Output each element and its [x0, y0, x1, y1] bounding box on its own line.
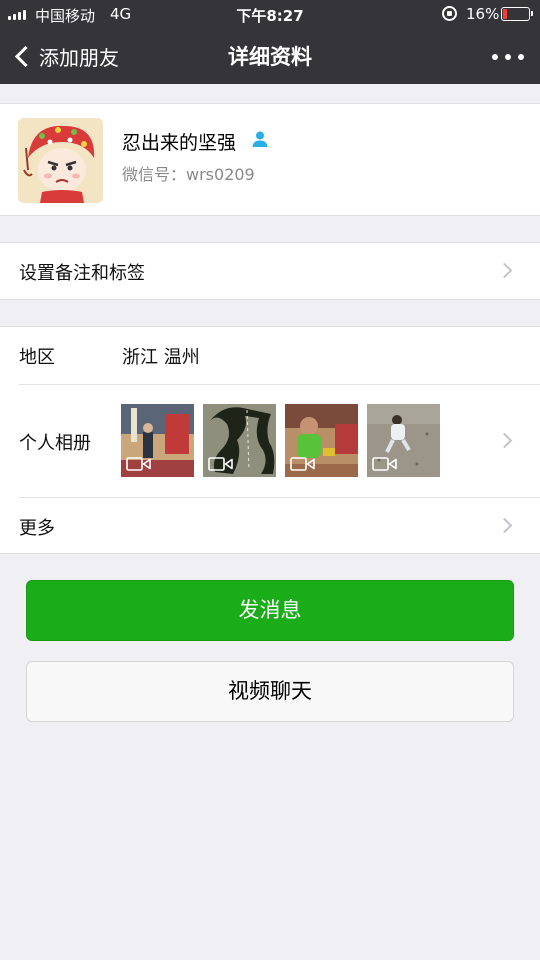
orientation-lock-icon [442, 6, 457, 21]
profile-card: 忍出来的坚强 微信号：wrs0209 [0, 103, 540, 216]
video-icon [372, 457, 397, 471]
wechat-id-value: wrs0209 [186, 165, 255, 184]
info-card: 地区 浙江 温州 个人相册 更多 [0, 326, 540, 554]
album-label: 个人相册 [19, 433, 91, 454]
more-row[interactable]: 更多 [0, 497, 540, 554]
send-message-button[interactable]: 发消息 [26, 580, 514, 641]
nickname: 忍出来的坚强 [122, 132, 237, 154]
album-thumbnail[interactable] [285, 404, 358, 477]
album-thumbnail[interactable] [203, 404, 276, 477]
clock: 下午8:27 [236, 7, 304, 25]
back-button[interactable]: 添加朋友 [10, 40, 119, 72]
video-call-button[interactable]: 视频聊天 [26, 661, 514, 722]
wechat-id-label: 微信号： [122, 165, 187, 184]
more-options-button[interactable] [490, 42, 526, 70]
avatar[interactable] [18, 118, 103, 203]
chevron-right-icon [496, 262, 513, 279]
chevron-right-icon [496, 517, 513, 534]
video-icon [126, 457, 151, 471]
set-remark-row[interactable]: 设置备注和标签 [0, 242, 540, 300]
region-label: 地区 [19, 347, 55, 368]
avatar-image [18, 118, 103, 203]
video-icon [290, 457, 315, 471]
battery-percent: 16% [466, 5, 500, 23]
chevron-left-icon [14, 45, 37, 67]
back-label: 添加朋友 [39, 45, 119, 70]
more-label: 更多 [19, 518, 55, 539]
battery-icon [501, 7, 533, 21]
chevron-right-icon [496, 432, 513, 449]
navigation-bar: 添加朋友 详细资料 [0, 28, 540, 84]
album-thumbnail[interactable] [367, 404, 440, 477]
male-contact-icon [252, 131, 268, 147]
region-row: 地区 浙江 温州 [0, 327, 540, 384]
status-bar: 中国移动 4G 下午8:27 16% [0, 0, 540, 28]
region-value: 浙江 温州 [122, 347, 200, 368]
video-icon [208, 457, 233, 471]
wechat-id: 微信号：wrs0209 [122, 161, 255, 185]
album-thumbnail[interactable] [121, 404, 194, 477]
header: 中国移动 4G 下午8:27 16% 添加朋友 详细资料 [0, 0, 540, 84]
battery-level [503, 9, 507, 19]
set-remark-label: 设置备注和标签 [19, 263, 145, 284]
